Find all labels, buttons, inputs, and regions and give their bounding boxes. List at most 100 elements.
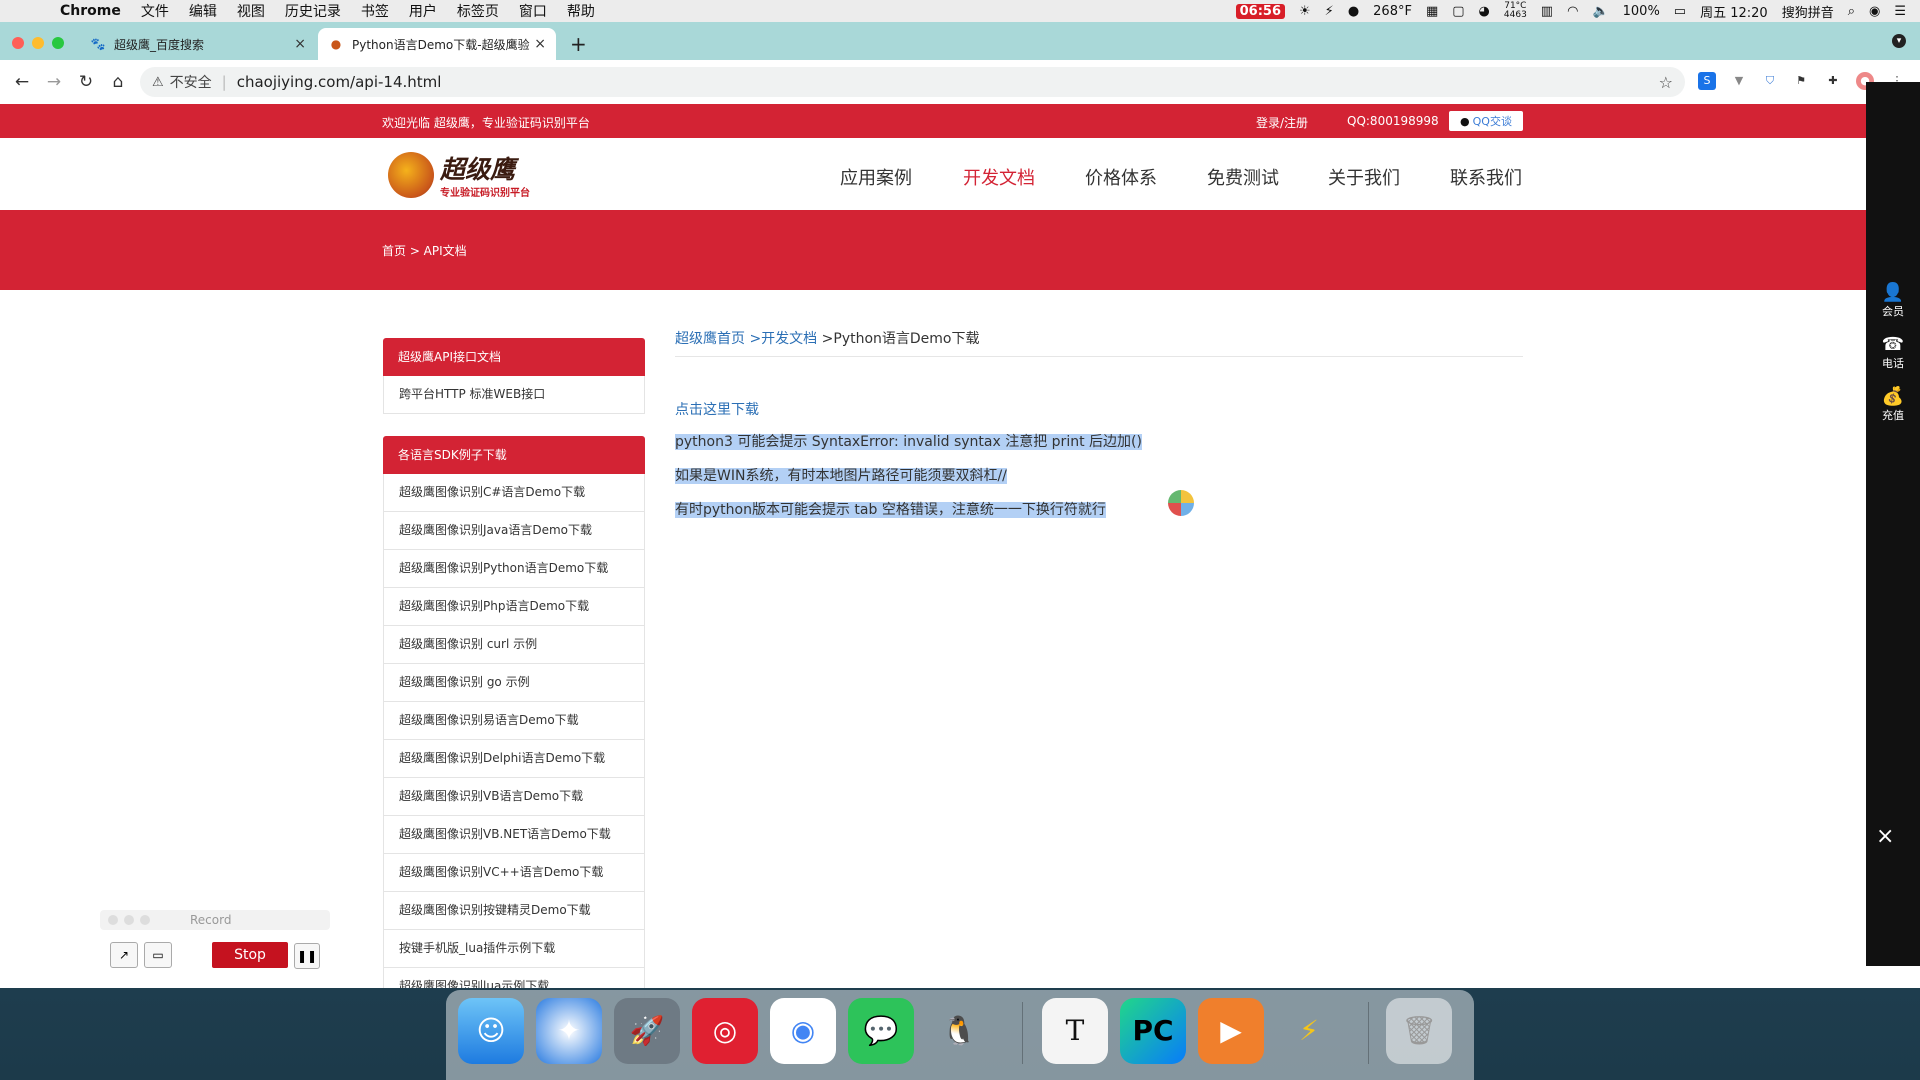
menu-history[interactable]: 历史记录 — [275, 1, 351, 21]
close-tab-icon[interactable]: × — [294, 36, 306, 52]
menu-app[interactable]: Chrome — [50, 3, 131, 19]
trash-icon[interactable]: 🗑 — [1386, 998, 1452, 1064]
extension-s-icon[interactable]: S — [1698, 72, 1716, 90]
input-method[interactable]: 搜狗拼音 — [1782, 2, 1834, 21]
sidebar-item-vb[interactable]: 超级鹰图像识别VB语言Demo下载 — [383, 778, 645, 816]
menu-bookmarks[interactable]: 书签 — [351, 1, 399, 21]
battery-icon[interactable]: ▭ — [1674, 4, 1686, 19]
close-float-bar-icon[interactable]: × — [1876, 824, 1894, 849]
nav-contact[interactable]: 联系我们 — [1450, 164, 1522, 190]
sidebar-item-lua[interactable]: 超级鹰图像识别lua示例下载 — [383, 968, 645, 988]
address-bar[interactable]: ⚠ 不安全 | chaojiying.com/api-14.html ☆ — [140, 67, 1685, 97]
draw-rect-icon[interactable]: ▭ — [144, 942, 172, 968]
zoom-window-button[interactable] — [52, 37, 64, 49]
sidebar-item-java[interactable]: 超级鹰图像识别Java语言Demo下载 — [383, 512, 645, 550]
wifi-icon[interactable]: ◠ — [1567, 4, 1578, 19]
stop-recording-button[interactable]: Stop — [212, 942, 288, 968]
memory-icon[interactable]: ▥ — [1541, 4, 1553, 19]
sidebar-item-csharp[interactable]: 超级鹰图像识别C#语言Demo下载 — [383, 474, 645, 512]
download-link[interactable]: 点击这里下载 — [675, 399, 1523, 419]
url-text[interactable]: chaojiying.com/api-14.html — [237, 73, 442, 91]
record-close-dot[interactable] — [108, 915, 118, 925]
menu-file[interactable]: 文件 — [131, 1, 179, 21]
insecure-label[interactable]: 不安全 — [170, 72, 212, 92]
sidebar-item-php[interactable]: 超级鹰图像识别Php语言Demo下载 — [383, 588, 645, 626]
sidebar-item-keyspirit[interactable]: 超级鹰图像识别按键精灵Demo下载 — [383, 892, 645, 930]
tab-baidu-search[interactable]: 🐾 超级鹰_百度搜索 × — [80, 28, 316, 60]
clipboard-icon[interactable]: ▢ — [1452, 4, 1464, 19]
control-center-icon[interactable]: ☰ — [1894, 4, 1906, 19]
qq-chat-button[interactable]: ● QQ交谈 — [1449, 111, 1523, 131]
weather-icon[interactable]: ☀ — [1299, 4, 1311, 19]
color-wheel-icon[interactable]: ◕ — [1479, 4, 1490, 19]
finder-icon[interactable]: ☺ — [458, 998, 524, 1064]
home-icon[interactable]: ⌂ — [108, 72, 128, 92]
extension-v-icon[interactable]: ▼ — [1730, 72, 1748, 90]
close-window-button[interactable] — [12, 37, 24, 49]
cpu-stats[interactable]: 71°C 4463 — [1504, 2, 1527, 20]
site-logo[interactable]: 超级鹰 专业验证码识别平台 — [388, 150, 538, 202]
sidebar-item-delphi[interactable]: 超级鹰图像识别Delphi语言Demo下载 — [383, 740, 645, 778]
nav-cases[interactable]: 应用案例 — [840, 164, 912, 190]
reload-icon[interactable]: ↻ — [76, 72, 96, 92]
sidebar-item-lua-mobile[interactable]: 按键手机版_lua插件示例下载 — [383, 930, 645, 968]
record-zoom-dot[interactable] — [140, 915, 150, 925]
record-min-dot[interactable] — [124, 915, 134, 925]
sidebar-item-curl[interactable]: 超级鹰图像识别 curl 示例 — [383, 626, 645, 664]
bookmark-star-icon[interactable]: ☆ — [1659, 73, 1673, 92]
pycharm-icon[interactable]: PC — [1120, 998, 1186, 1064]
close-tab-icon[interactable]: × — [534, 36, 546, 52]
qq-icon[interactable]: 🐧 — [926, 998, 992, 1064]
extension-flag-icon[interactable]: ⚑ — [1792, 72, 1810, 90]
menu-view[interactable]: 视图 — [227, 1, 275, 21]
extensions-puzzle-icon[interactable]: ✚ — [1824, 72, 1842, 90]
menu-window[interactable]: 窗口 — [509, 1, 557, 21]
nav-about[interactable]: 关于我们 — [1328, 164, 1400, 190]
wechat-icon[interactable]: 💬 — [848, 998, 914, 1064]
menu-tabs[interactable]: 标签页 — [447, 1, 509, 21]
recording-timer[interactable]: 06:56 — [1235, 3, 1286, 19]
login-register-link[interactable]: 登录/注册 — [1256, 114, 1308, 131]
sidebar-item-easylang[interactable]: 超级鹰图像识别易语言Demo下载 — [383, 702, 645, 740]
chrome-icon[interactable]: ◉ — [770, 998, 836, 1064]
sidebar-item-vcpp[interactable]: 超级鹰图像识别VC++语言Demo下载 — [383, 854, 645, 892]
grid-icon[interactable]: ▦ — [1426, 4, 1438, 19]
volume-icon[interactable]: 🔈 — [1592, 4, 1608, 19]
safari-icon[interactable]: ✦ — [536, 998, 602, 1064]
forward-icon[interactable]: → — [44, 72, 64, 92]
sidebar-item-http[interactable]: 跨平台HTTP 标准WEB接口 — [383, 376, 645, 414]
member-button[interactable]: 👤 会员 — [1866, 282, 1920, 319]
draw-arrow-icon[interactable]: ↗ — [110, 942, 138, 968]
wechat-menubar-icon[interactable]: ● — [1348, 4, 1359, 19]
menu-user[interactable]: 用户 — [399, 1, 447, 21]
breadcrumb-docs-link[interactable]: >开发文档 — [749, 331, 817, 347]
launchpad-icon[interactable]: 🚀 — [614, 998, 680, 1064]
reeder-icon[interactable]: ⚡ — [1276, 998, 1342, 1064]
typora-icon[interactable]: T — [1042, 998, 1108, 1064]
new-tab-button[interactable]: + — [570, 32, 587, 56]
phone-button[interactable]: ☎ 电话 — [1866, 334, 1920, 371]
minimize-window-button[interactable] — [32, 37, 44, 49]
nav-free-test[interactable]: 免费测试 — [1207, 164, 1279, 190]
back-icon[interactable]: ← — [12, 72, 32, 92]
siri-icon[interactable]: ◉ — [1869, 4, 1880, 19]
bolt-icon[interactable]: ⚡ — [1325, 4, 1334, 19]
battery-percent[interactable]: 100% — [1623, 4, 1660, 19]
clock[interactable]: 周五 12:20 — [1700, 2, 1768, 21]
warning-icon[interactable]: ⚠ — [152, 75, 164, 90]
banner-breadcrumb[interactable]: 首页 > API文档 — [382, 242, 467, 259]
search-icon[interactable]: ⌕ — [1848, 4, 1855, 19]
breadcrumb-home-link[interactable]: 超级鹰首页 — [675, 331, 745, 347]
tab-search-icon[interactable]: ▾ — [1892, 34, 1906, 48]
sidebar-item-vbnet[interactable]: 超级鹰图像识别VB.NET语言Demo下载 — [383, 816, 645, 854]
nav-docs[interactable]: 开发文档 — [963, 164, 1035, 190]
extension-shield-icon[interactable]: ⛉ — [1761, 72, 1779, 90]
infuse-icon[interactable]: ▶ — [1198, 998, 1264, 1064]
recharge-button[interactable]: 💰 充值 — [1866, 386, 1920, 423]
pause-recording-icon[interactable]: ❚❚ — [294, 943, 320, 969]
tab-python-demo[interactable]: ● Python语言Demo下载-超级鹰验 × — [318, 28, 556, 60]
sidebar-item-python[interactable]: 超级鹰图像识别Python语言Demo下载 — [383, 550, 645, 588]
menu-edit[interactable]: 编辑 — [179, 1, 227, 21]
netease-music-icon[interactable]: ◎ — [692, 998, 758, 1064]
nav-pricing[interactable]: 价格体系 — [1085, 164, 1157, 190]
